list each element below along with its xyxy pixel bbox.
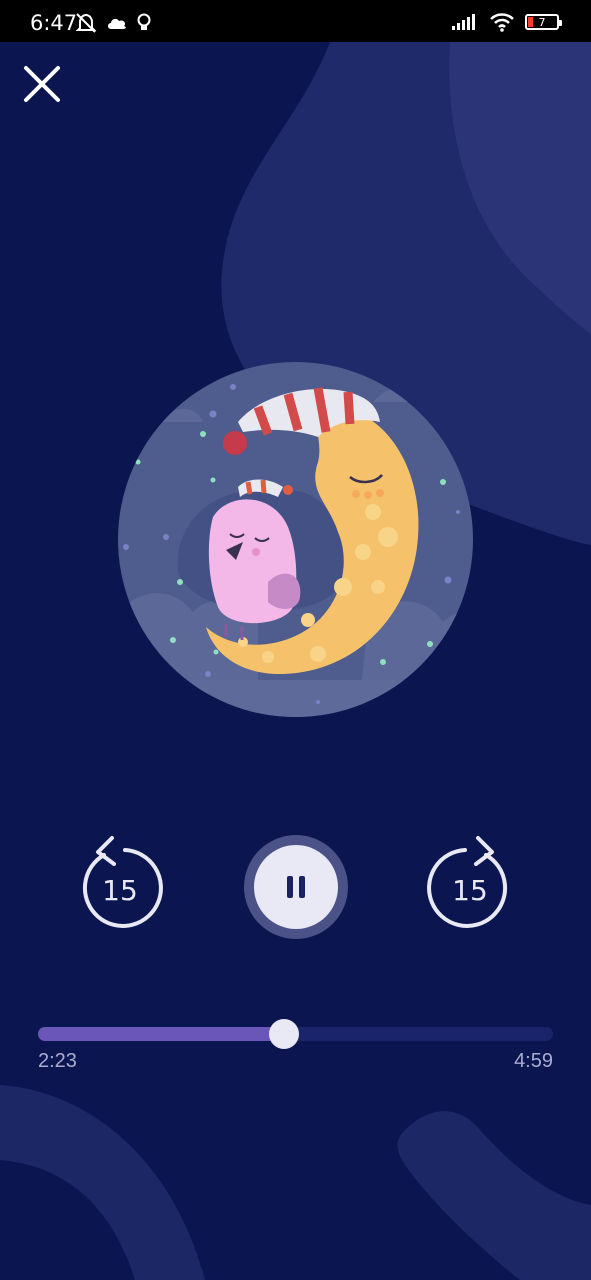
progress-thumb[interactable] bbox=[269, 1019, 300, 1049]
skip-back-15-button[interactable]: 15 bbox=[70, 830, 170, 940]
status-bar: 6:47 7 bbox=[0, 0, 591, 42]
lightbulb-icon bbox=[137, 13, 151, 30]
close-icon bbox=[24, 66, 60, 102]
skip-forward-15-button[interactable]: 15 bbox=[420, 830, 520, 940]
progress-bar[interactable] bbox=[38, 1019, 553, 1049]
status-left-icons bbox=[74, 12, 152, 34]
sleeping-bird-moon-illustration bbox=[118, 362, 473, 717]
battery-icon: 7 bbox=[525, 14, 562, 30]
status-time: 6:47 bbox=[30, 11, 78, 35]
total-duration: 4:59 bbox=[514, 1050, 553, 1072]
wifi-icon bbox=[490, 13, 514, 32]
battery-level: 7 bbox=[538, 15, 546, 29]
muted-bell-icon bbox=[75, 13, 97, 33]
skip-back-label: 15 bbox=[102, 874, 138, 907]
playback-controls: 15 15 bbox=[0, 830, 591, 950]
elapsed-time: 2:23 bbox=[38, 1050, 77, 1072]
signal-icon bbox=[452, 14, 475, 30]
pause-button-face bbox=[254, 845, 338, 929]
progress-fill bbox=[38, 1027, 285, 1041]
close-button[interactable] bbox=[20, 62, 64, 106]
pause-button[interactable] bbox=[244, 835, 348, 939]
artwork bbox=[118, 362, 473, 717]
skip-forward-label: 15 bbox=[452, 874, 488, 907]
status-right-icons: 7 bbox=[451, 12, 562, 32]
cloud-icon bbox=[108, 18, 126, 29]
pause-icon bbox=[287, 876, 305, 898]
